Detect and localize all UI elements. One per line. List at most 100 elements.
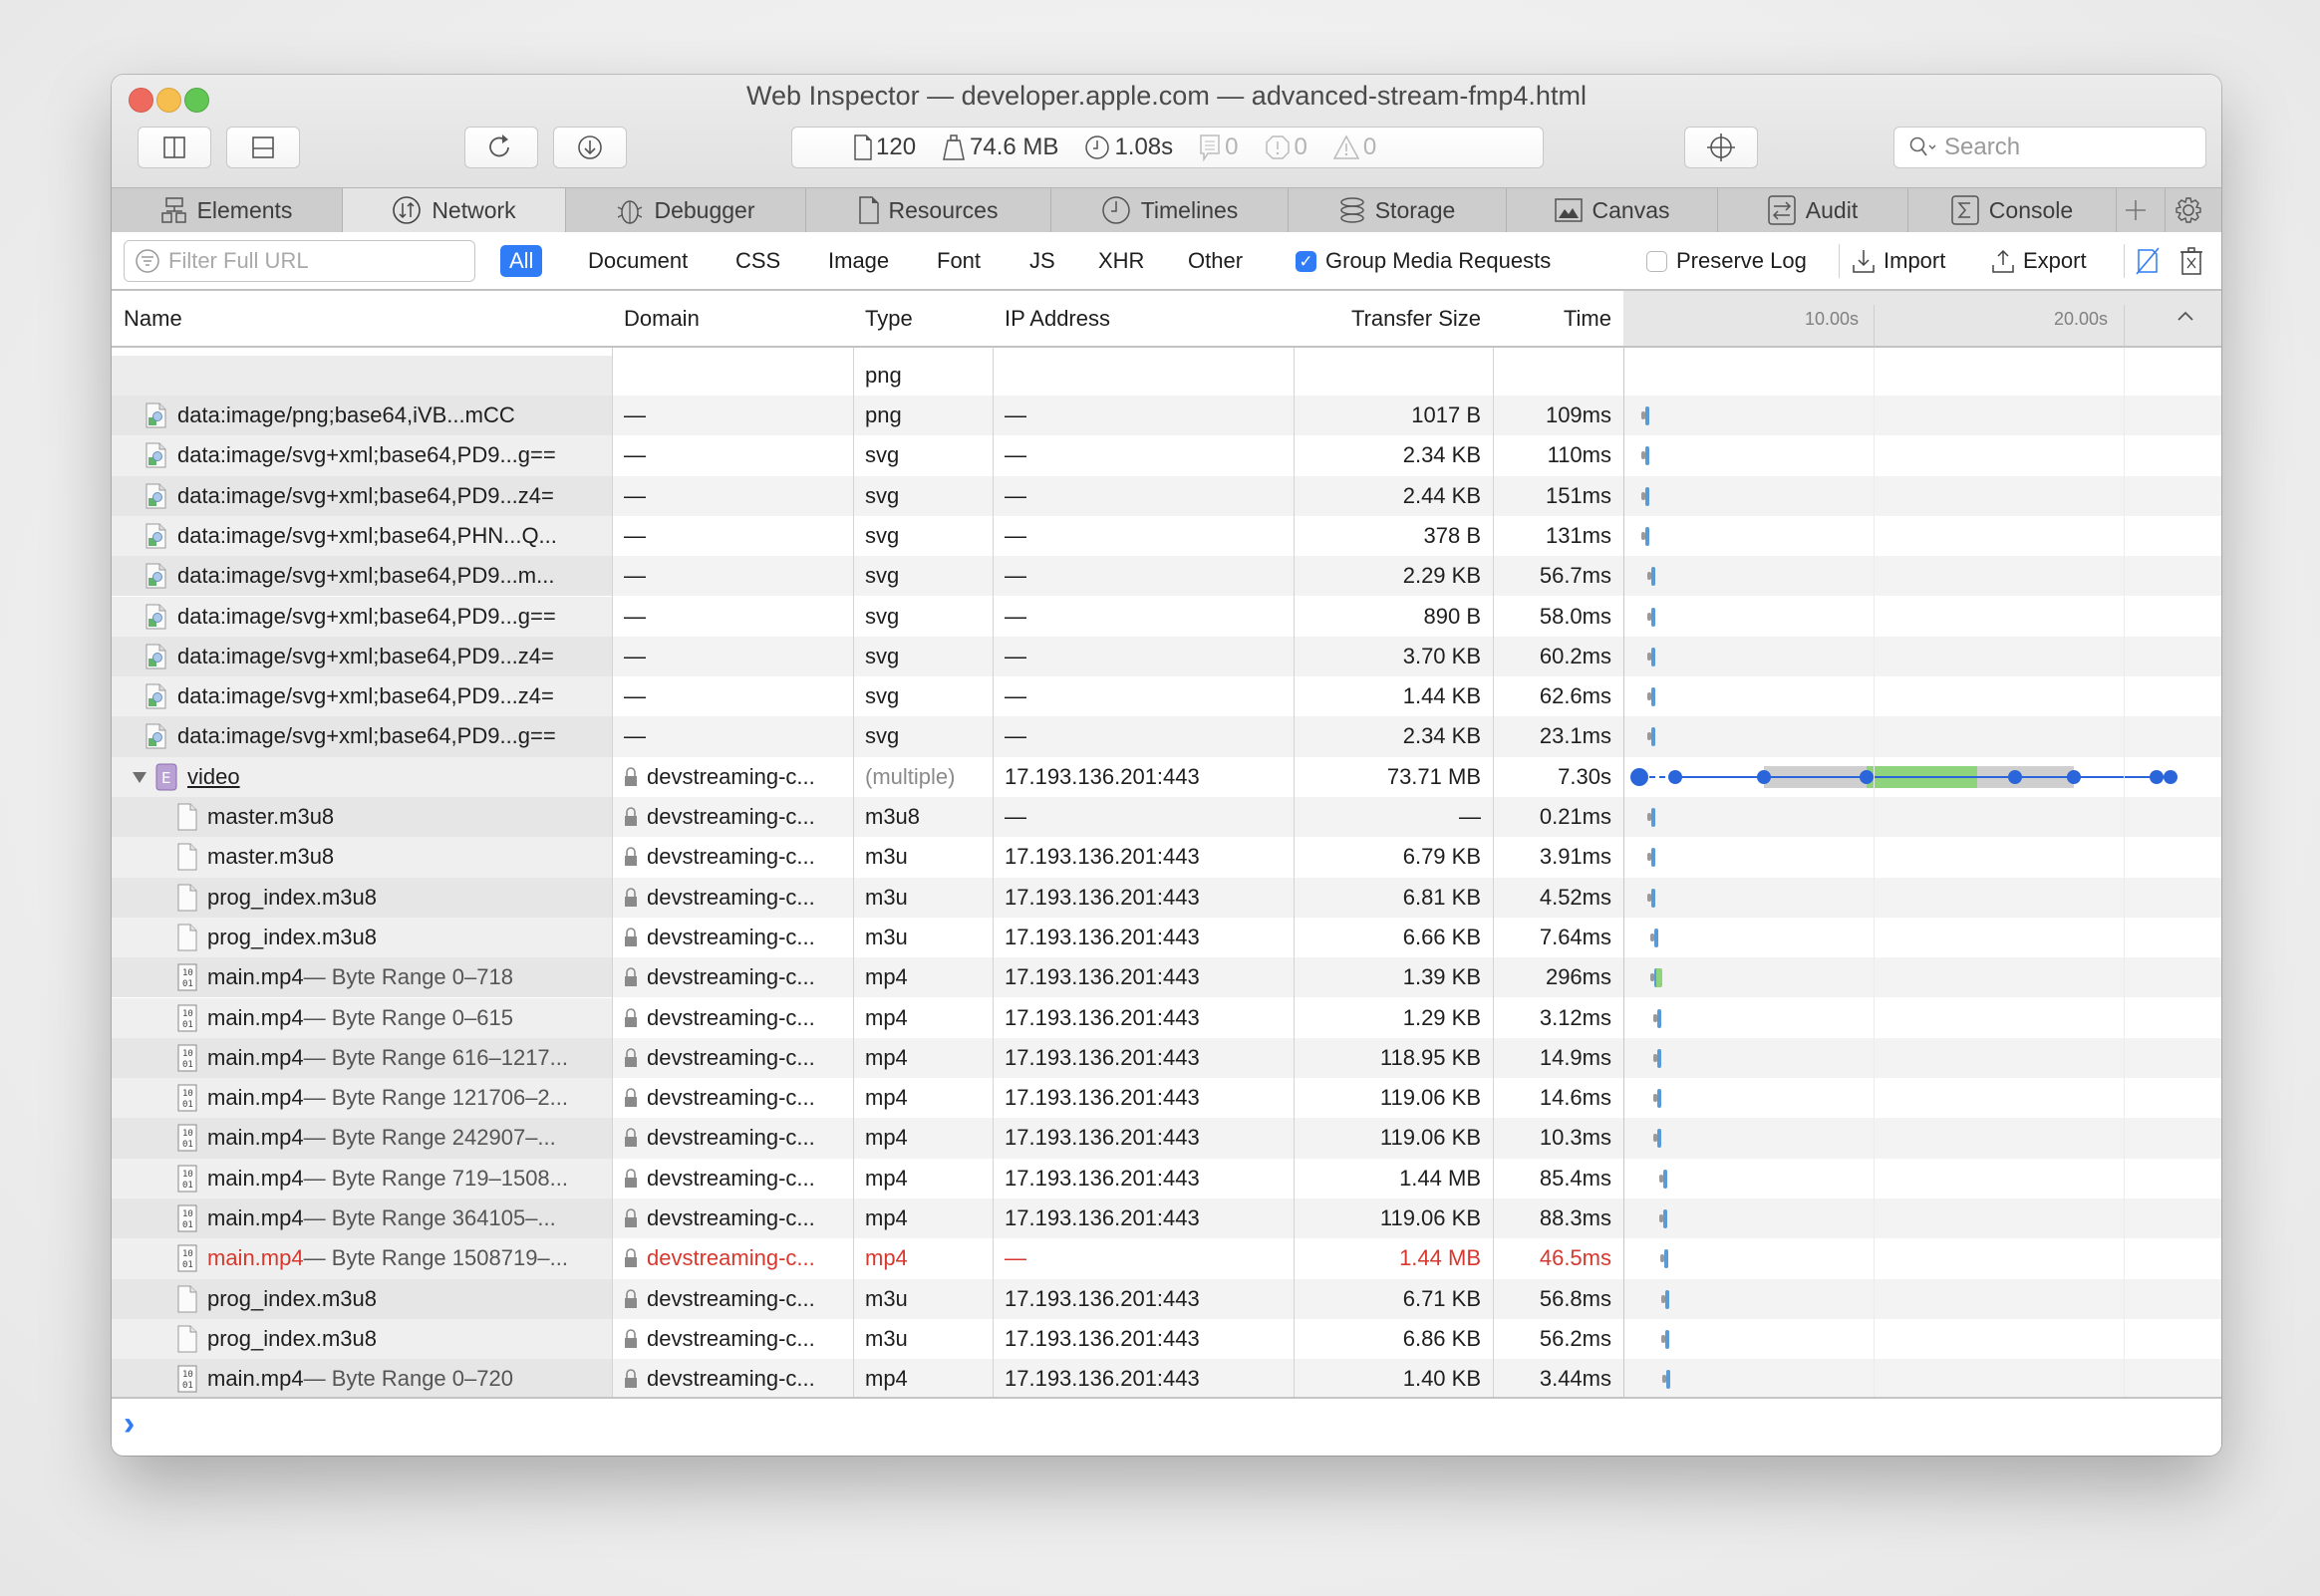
table-row[interactable]: 10 01 main.mp4 — Byte Range 0–718 devstream…	[112, 957, 2221, 998]
clear-log-button[interactable]	[2179, 245, 2203, 277]
timeline-event-marker[interactable]	[2066, 769, 2081, 784]
table-row[interactable]: data:image/svg+xml;base64,PD9...g== — svg —…	[112, 435, 2221, 476]
table-row[interactable]: prog_index.m3u8 devstreaming-c... m3u 17.19…	[112, 1278, 2221, 1319]
timeline-event-marker[interactable]	[1630, 767, 1648, 786]
import-button[interactable]: Import	[1852, 245, 1945, 277]
table-row[interactable]: 10 01 main.mp4 — Byte Range 364105–... devs…	[112, 1198, 2221, 1239]
scope-document[interactable]: Document	[579, 245, 697, 277]
table-row[interactable]: 10 01 main.mp4 — Byte Range 1508719–... dev…	[112, 1238, 2221, 1279]
table-row[interactable]: 10 01 main.mp4 — Byte Range 719–1508... dev…	[112, 1158, 2221, 1198]
error-count[interactable]: 0	[1265, 133, 1307, 161]
table-row[interactable]: prog_index.m3u8 devstreaming-c... m3u 17.19…	[112, 1318, 2221, 1360]
table-row[interactable]: prog_index.m3u8 devstreaming-c... m3u 17.19…	[112, 917, 2221, 958]
table-row[interactable]: data:image/svg+xml;base64,PD9...z4= — svg —…	[112, 676, 2221, 717]
scope-js[interactable]: JS	[1020, 245, 1064, 277]
waterfall-bar[interactable]	[1664, 1289, 1669, 1309]
dashboard[interactable]: 120 74.6 MB 1.08s 0 0 0	[791, 127, 1544, 168]
table-row[interactable]: data:image/svg+xml;base64,PD9...z4= — svg —…	[112, 636, 2221, 677]
preserve-log-checkbox[interactable]: Preserve Log	[1646, 245, 1807, 277]
waterfall-bar[interactable]	[1657, 1008, 1661, 1028]
group-media-requests-checkbox[interactable]: ✓ Group Media Requests	[1296, 245, 1551, 277]
timeline-event-marker[interactable]	[2008, 769, 2023, 784]
column-header-ip[interactable]: IP Address	[993, 291, 1294, 346]
table-row[interactable]: data:image/svg+xml;base64,PD9...z4= — svg —…	[112, 475, 2221, 516]
waterfall-bar[interactable]	[1645, 486, 1649, 506]
filter-url-input[interactable]: Filter Full URL	[124, 240, 475, 282]
column-header-transfer-size[interactable]: Transfer Size	[1294, 291, 1493, 346]
waterfall-bar[interactable]	[1654, 968, 1662, 988]
waterfall-bar[interactable]	[1645, 446, 1649, 466]
tab-storage[interactable]: Storage	[1289, 188, 1507, 232]
waterfall-bar[interactable]	[1664, 1329, 1669, 1349]
tab-audit[interactable]: Audit	[1718, 188, 1908, 232]
table-row[interactable]: data:image/svg+xml;base64,PD9...m... — svg…	[112, 556, 2221, 597]
timeline-event-marker[interactable]	[1859, 769, 1874, 784]
tab-network[interactable]: Network	[343, 188, 566, 232]
table-row-partial[interactable]: png	[112, 355, 2221, 396]
waterfall-bar[interactable]	[1651, 567, 1655, 587]
disable-cache-button[interactable]	[2135, 245, 2161, 277]
tab-resources[interactable]: Resources	[806, 188, 1051, 232]
tab-timelines[interactable]: Timelines	[1051, 188, 1289, 232]
settings-button[interactable]	[2166, 188, 2221, 232]
scope-font[interactable]: Font	[928, 245, 990, 277]
waterfall-bar[interactable]	[1651, 687, 1655, 707]
waterfall-bar[interactable]	[1666, 1370, 1670, 1390]
disclosure-triangle-icon[interactable]	[132, 770, 147, 784]
table-row[interactable]: data:image/svg+xml;base64,PD9...g== — svg —…	[112, 596, 2221, 637]
waterfall-bar[interactable]	[1651, 727, 1655, 747]
waterfall-bar[interactable]	[1657, 1048, 1661, 1068]
waterfall-header[interactable]: 10.00s 20.00s	[1623, 291, 2221, 346]
timeline-event-marker[interactable]	[1756, 769, 1771, 784]
timeline-event-marker[interactable]	[2149, 769, 2164, 784]
new-tab-button[interactable]	[2117, 188, 2166, 232]
scope-other[interactable]: Other	[1179, 245, 1252, 277]
timeline-event-marker[interactable]	[2163, 769, 2177, 784]
waterfall-bar[interactable]	[1654, 928, 1658, 947]
table-row[interactable]: 10 01 main.mp4 — Byte Range 0–615 devstream…	[112, 997, 2221, 1038]
warning-count[interactable]: 0	[1332, 133, 1376, 161]
waterfall-bar[interactable]	[1663, 1169, 1667, 1189]
column-header-domain[interactable]: Domain	[612, 291, 853, 346]
dock-side-button[interactable]	[138, 127, 211, 168]
waterfall-bar[interactable]	[1663, 1209, 1667, 1228]
column-header-type[interactable]: Type	[853, 291, 993, 346]
scope-xhr[interactable]: XHR	[1089, 245, 1153, 277]
tab-canvas[interactable]: Canvas	[1507, 188, 1718, 232]
table-row[interactable]: master.m3u8 devstreaming-c... m3u8 — — 0.21ms	[112, 797, 2221, 838]
tab-console[interactable]: Console	[1908, 188, 2117, 232]
table-row-group-video[interactable]: Evideo devstreaming-c... (multiple) 17.193.…	[112, 756, 2221, 797]
tab-elements[interactable]: Elements	[112, 188, 343, 232]
waterfall-bar[interactable]	[1657, 1129, 1661, 1149]
quick-console[interactable]: ›	[112, 1397, 2221, 1456]
table-row[interactable]: master.m3u8 devstreaming-c... m3u 17.193.13…	[112, 837, 2221, 878]
log-count[interactable]: 0	[1199, 133, 1239, 161]
export-button[interactable]: Export	[1991, 245, 2087, 277]
chevron-up-icon[interactable]	[2176, 310, 2194, 322]
table-row[interactable]: data:image/png;base64,iVB...mCC — png — 1017…	[112, 396, 2221, 436]
table-row[interactable]: 10 01 main.mp4 — Byte Range 0–720 devstream…	[112, 1359, 2221, 1397]
timeline-event-marker[interactable]	[1668, 769, 1683, 784]
waterfall-bar[interactable]	[1645, 526, 1649, 546]
scope-css[interactable]: CSS	[726, 245, 789, 277]
scope-image[interactable]: Image	[819, 245, 898, 277]
dock-bottom-button[interactable]	[226, 127, 300, 168]
download-button[interactable]	[553, 127, 627, 168]
tab-debugger[interactable]: Debugger	[566, 188, 806, 232]
waterfall-bar[interactable]	[1664, 1249, 1669, 1269]
waterfall-bar[interactable]	[1651, 848, 1655, 868]
column-header-time[interactable]: Time	[1493, 291, 1623, 346]
waterfall-bar[interactable]	[1651, 607, 1655, 627]
table-row[interactable]: prog_index.m3u8 devstreaming-c... m3u 17.19…	[112, 877, 2221, 918]
waterfall-bar[interactable]	[1645, 406, 1649, 425]
waterfall-bar[interactable]	[1651, 647, 1655, 666]
table-row[interactable]: 10 01 main.mp4 — Byte Range 242907–... devs…	[112, 1118, 2221, 1159]
search-input[interactable]: Search	[1893, 127, 2206, 168]
inspect-element-button[interactable]	[1684, 127, 1758, 168]
waterfall-bar[interactable]	[1651, 888, 1655, 908]
table-row[interactable]: 10 01 main.mp4 — Byte Range 121706–2... dev…	[112, 1078, 2221, 1119]
table-row[interactable]: data:image/svg+xml;base64,PD9...g== — svg —…	[112, 716, 2221, 757]
reload-button[interactable]	[464, 127, 538, 168]
column-header-name[interactable]: Name	[112, 291, 612, 346]
table-row[interactable]: 10 01 main.mp4 — Byte Range 616–1217... dev…	[112, 1037, 2221, 1079]
